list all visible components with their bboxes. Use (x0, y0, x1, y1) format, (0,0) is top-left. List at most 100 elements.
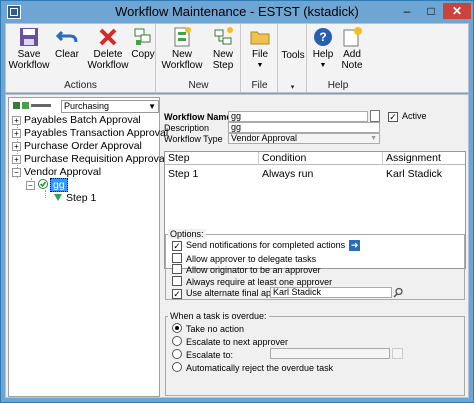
tree-item-workflow-gg[interactable]: − gg (26, 178, 68, 192)
chevron-down-icon: ▼ (256, 62, 264, 69)
overdue-group-title: When a task is overdue: (168, 311, 269, 321)
step-icon (54, 194, 62, 201)
ribbon-group-tools: Tools ▾ (279, 24, 307, 92)
workflow-name-field[interactable]: gg (228, 111, 368, 122)
checkbox[interactable] (172, 264, 182, 274)
ribbon-group-label-new: New (188, 80, 209, 91)
floppy-disk-icon (20, 28, 38, 46)
send-notifications-checkbox[interactable]: ✓ Send notifications for completed action… (172, 240, 361, 251)
title-bar: Workflow Maintenance - ESTST (kstadick) … (1, 1, 473, 23)
copy-button[interactable]: Copy (130, 26, 156, 60)
collapse-icon[interactable]: − (12, 168, 21, 177)
red-x-icon (99, 28, 117, 46)
new-step-button[interactable]: New Step (207, 26, 239, 71)
folder-icon (250, 31, 270, 45)
options-group-title: Options: (168, 229, 206, 239)
condition-cell: Always run (262, 168, 314, 180)
radio-button[interactable] (172, 323, 182, 333)
main-content: Purchasing ▼ + Payables Batch Approval + P… (5, 94, 469, 398)
tree-item-vendor-approval[interactable]: − Vendor Approval (12, 166, 101, 178)
radio-button[interactable] (172, 349, 182, 359)
workflow-maintenance-window: Workflow Maintenance - ESTST (kstadick) … (0, 0, 474, 403)
tree-connector (45, 190, 46, 198)
radio-button[interactable] (172, 336, 182, 346)
allow-delegate-checkbox[interactable]: Allow approver to delegate tasks (172, 253, 316, 264)
file-menu-button[interactable]: File ▼ (246, 26, 274, 71)
minimize-button[interactable]: – (396, 3, 418, 19)
copy-icon (134, 28, 151, 45)
escalate-to-field[interactable] (270, 348, 390, 359)
tree-item-purchase-requisition-approval[interactable]: + Purchase Requisition Approval (12, 153, 167, 165)
ribbon-group-actions: Save Workflow Clear Delete Workflow Copy… (6, 24, 156, 92)
add-note-button[interactable]: Add Note (338, 26, 366, 71)
chevron-down-icon: ▾ (290, 84, 295, 91)
expand-icon[interactable]: + (12, 155, 21, 164)
tree-item-payables-batch-approval[interactable]: + Payables Batch Approval (12, 114, 141, 126)
note-icon[interactable] (370, 110, 380, 122)
workflow-type-label: Workflow Type (164, 134, 223, 144)
column-header-step[interactable]: Step (165, 152, 259, 165)
clear-button[interactable]: Clear (52, 26, 82, 60)
tools-menu-button[interactable]: Tools (279, 50, 307, 61)
step-cell: Step 1 (168, 168, 199, 180)
chevron-down-icon: ▼ (148, 102, 156, 111)
active-check-icon (38, 179, 48, 189)
collapse-icon[interactable]: − (26, 181, 35, 190)
new-workflow-button[interactable]: New Workflow (161, 26, 203, 71)
description-label: Description (164, 123, 210, 133)
checkbox[interactable]: ✓ (388, 112, 398, 122)
new-step-icon (214, 27, 233, 45)
ribbon-group-help: ? Help ▼ Add Note Help (308, 24, 368, 92)
ribbon-group-label-help: Help (327, 80, 349, 91)
expand-icon[interactable]: + (12, 129, 21, 138)
assignment-cell: Karl Stadick (386, 168, 443, 180)
ribbon-group-file: File ▼ File (242, 24, 278, 92)
lookup-icon[interactable] (392, 348, 403, 359)
checkbox[interactable]: ✓ (172, 289, 182, 299)
help-icon: ? (314, 28, 332, 46)
ribbon-group-label-file: File (251, 80, 268, 91)
workflow-type-filter-select[interactable]: Purchasing ▼ (61, 100, 159, 113)
save-workflow-button[interactable]: Save Workflow (8, 26, 50, 71)
ribbon-group-label-actions: Actions (64, 80, 97, 91)
column-header-condition[interactable]: Condition (259, 152, 383, 165)
ribbon-group-new: New Workflow New Step New (157, 24, 241, 92)
workflow-name-label: Workflow Name (164, 112, 232, 122)
tree-item-step-1[interactable]: Step 1 (53, 192, 96, 204)
tree-view-icon (13, 102, 51, 109)
delete-workflow-button[interactable]: Delete Workflow (86, 26, 130, 71)
add-note-icon (343, 27, 362, 47)
workflow-tree: Purchasing ▼ + Payables Batch Approval + P… (8, 97, 168, 397)
tree-item-purchase-order-approval[interactable]: + Purchase Order Approval (12, 140, 142, 152)
expand-icon[interactable]: + (12, 142, 21, 151)
chevron-down-icon: ▼ (319, 62, 327, 69)
workflow-type-select[interactable]: Vendor Approval ▼ (228, 133, 380, 144)
require-approver-checkbox[interactable]: Always require at least one approver (172, 276, 332, 287)
svg-text:?: ? (319, 30, 326, 44)
arrow-right-icon[interactable]: ➜ (349, 240, 361, 251)
new-workflow-icon (174, 27, 191, 47)
escalate-to-radio[interactable]: Escalate to: (172, 349, 233, 360)
checkbox[interactable] (172, 253, 182, 263)
description-field[interactable]: gg (228, 122, 380, 133)
checkbox[interactable] (172, 276, 182, 286)
expand-icon[interactable]: + (12, 116, 21, 125)
take-no-action-radio[interactable]: Take no action (172, 323, 244, 334)
active-checkbox[interactable]: ✓ Active (388, 111, 427, 122)
escalate-next-radio[interactable]: Escalate to next approver (172, 336, 288, 347)
maximize-button[interactable]: □ (420, 3, 442, 19)
alternate-approver-field[interactable]: Karl Stadick (270, 287, 392, 298)
tree-item-payables-transaction-approval[interactable]: + Payables Transaction Approval (12, 127, 168, 139)
checkbox[interactable]: ✓ (172, 241, 182, 251)
close-button[interactable]: ✕ (443, 3, 471, 19)
ribbon: Save Workflow Clear Delete Workflow Copy… (5, 23, 469, 93)
help-menu-button[interactable]: ? Help ▼ (310, 26, 336, 71)
auto-reject-radio[interactable]: Automatically reject the overdue task (172, 362, 333, 373)
column-header-assignment[interactable]: Assignment (383, 152, 465, 165)
grid-header: Step Condition Assignment (165, 152, 465, 165)
lookup-icon[interactable] (393, 287, 404, 298)
radio-button[interactable] (172, 362, 182, 372)
undo-arrow-icon (56, 30, 78, 43)
chevron-down-icon: ▼ (370, 135, 377, 142)
allow-originator-checkbox[interactable]: Allow originator to be an approver (172, 264, 321, 275)
